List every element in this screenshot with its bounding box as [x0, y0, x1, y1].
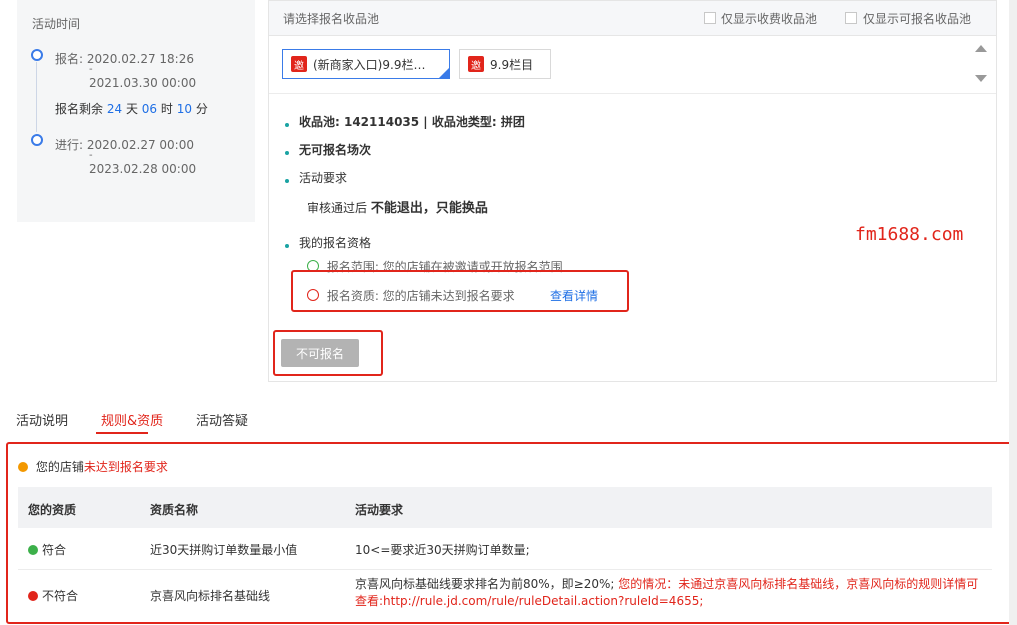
filter-signup-label[interactable]: 仅显示可报名收品池 — [863, 10, 971, 27]
signup-end: 2021.03.30 00:00 — [89, 76, 197, 90]
bullet-icon — [285, 151, 289, 155]
signup-dot-icon — [31, 49, 43, 61]
scrollbar[interactable] — [1009, 0, 1017, 625]
warning-icon — [18, 462, 28, 472]
progress-dot-icon — [31, 134, 43, 146]
activity-time-panel: 活动时间 报名: 2020.02.27 18:26 - 2021.03.30 0… — [17, 0, 255, 222]
name-cell: 近30天拼购订单数量最小值 — [150, 543, 298, 557]
qualification-box: 您的店铺未达到报名要求 您的资质 资质名称 活动要求 符合 近30天拼购订单数量… — [6, 442, 1012, 624]
tab-rules[interactable]: 规则&资质 — [101, 410, 163, 429]
error-circle-icon — [307, 289, 319, 301]
quality-row: 报名资质: 您的店铺未达到报名要求 — [307, 287, 515, 304]
pool-header-title: 请选择报名收品池 — [283, 12, 380, 26]
req-cell: 10<=要求近30天拼购订单数量; — [355, 543, 530, 557]
check-circle-icon — [28, 545, 38, 555]
error-circle-icon — [28, 591, 38, 601]
signup-start: 报名: 2020.02.27 18:26 — [55, 52, 194, 66]
col-header: 您的资质 — [28, 503, 77, 517]
filter-signup-checkbox[interactable] — [845, 12, 857, 24]
selected-corner-icon — [439, 68, 449, 78]
no-session: 无可报名场次 — [299, 143, 372, 157]
timeline-line — [36, 62, 37, 132]
status-cell: 不符合 — [28, 587, 78, 604]
pool-tab-99[interactable]: 邀 9.9栏目 — [459, 49, 551, 79]
pool-tab-label: 9.9栏目 — [490, 57, 534, 72]
filter-fee-label[interactable]: 仅显示收费收品池 — [721, 10, 817, 27]
invite-badge-icon: 邀 — [291, 56, 307, 72]
pool-tab-label: (新商家入口)9.9栏… — [313, 57, 426, 72]
remaining-time: 报名剩余 24 天 06 时 10 分 — [55, 102, 208, 116]
table-row: 符合 近30天拼购订单数量最小值 10<=要求近30天拼购订单数量; — [18, 528, 992, 570]
tab-qa[interactable]: 活动答疑 — [196, 410, 248, 429]
pool-header: 请选择报名收品池 仅显示收费收品池 仅显示可报名收品池 — [269, 1, 996, 36]
my-qualification: 我的报名资格 — [299, 236, 372, 250]
view-detail-link[interactable]: 查看详情 — [550, 287, 598, 304]
divider — [269, 93, 996, 94]
pool-panel: 请选择报名收品池 仅显示收费收品池 仅显示可报名收品池 邀 (新商家入口)9.9… — [268, 0, 997, 382]
watermark-text: fm1688.com — [855, 224, 964, 245]
table-row: 不符合 京喜风向标排名基础线 京喜风向标基础线要求排名为前80%，即≥20%; … — [18, 570, 992, 618]
req-cell: 京喜风向标基础线要求排名为前80%，即≥20%; 您的情况：未通过京喜风向标排名… — [355, 577, 979, 608]
col-header: 活动要求 — [355, 503, 404, 517]
req-detail: 审核通过后 不能退出，只能换品 — [307, 201, 488, 216]
status-cell: 符合 — [28, 541, 66, 558]
activity-time-title: 活动时间 — [32, 17, 81, 31]
filter-fee-checkbox[interactable] — [704, 12, 716, 24]
req-title: 活动要求 — [299, 171, 348, 185]
tab-activity-desc[interactable]: 活动说明 — [16, 410, 68, 429]
pool-tab-new-merchant[interactable]: 邀 (新商家入口)9.9栏… — [282, 49, 450, 79]
bullet-icon — [285, 179, 289, 183]
signup-disabled-button[interactable]: 不可报名 — [281, 339, 359, 367]
notice-row: 您的店铺未达到报名要求 — [18, 458, 168, 475]
pool-info: 收品池: 142114035 | 收品池类型: 拼团 — [299, 115, 525, 129]
bullet-icon — [285, 244, 289, 248]
tab-rules-underline — [96, 432, 148, 434]
table-header: 您的资质 资质名称 活动要求 — [18, 487, 992, 528]
col-header: 资质名称 — [150, 503, 199, 517]
name-cell: 京喜风向标排名基础线 — [150, 589, 271, 603]
signup-dash: - — [89, 64, 93, 75]
progress-end: 2023.02.28 00:00 — [89, 162, 197, 176]
scroll-up-icon[interactable] — [975, 45, 987, 52]
invite-badge-icon: 邀 — [468, 56, 484, 72]
scroll-down-icon[interactable] — [975, 75, 987, 82]
bullet-icon — [285, 123, 289, 127]
progress-start: 进行: 2020.02.27 00:00 — [55, 138, 194, 152]
progress-dash: - — [89, 150, 93, 161]
